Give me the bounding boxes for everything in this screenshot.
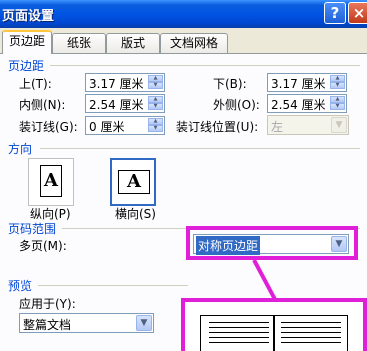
inside-margin-value: 2.54 厘米 bbox=[89, 98, 144, 112]
top-margin-spinner[interactable]: 3.17 厘米 ▲ ▼ bbox=[85, 73, 165, 92]
pages-section-title: 页码范围 bbox=[8, 222, 57, 236]
gutter-position-select[interactable]: 左 ▼ bbox=[267, 115, 349, 135]
inside-margin-spinner[interactable]: 2.54 厘米 ▲ ▼ bbox=[85, 94, 165, 113]
close-button[interactable]: × bbox=[348, 2, 367, 24]
outside-margin-value: 2.54 厘米 bbox=[271, 98, 326, 112]
bottom-margin-arrows[interactable]: ▲ ▼ bbox=[330, 75, 345, 90]
gutter-position-label: 装订线位置(U): bbox=[176, 120, 259, 134]
tab-document-grid[interactable]: 文档网格 bbox=[160, 33, 228, 53]
apply-to-dropdown-icon[interactable]: ▼ bbox=[136, 315, 152, 331]
apply-to-label: 应用于(Y): bbox=[19, 297, 76, 311]
outside-margin-spinner[interactable]: 2.54 厘米 ▲ ▼ bbox=[267, 94, 347, 113]
preview-line bbox=[209, 337, 269, 338]
landscape-page-icon: A bbox=[118, 170, 150, 194]
bottom-margin-spinner[interactable]: 3.17 厘米 ▲ ▼ bbox=[267, 73, 347, 92]
preview-line bbox=[281, 327, 341, 328]
outside-margin-label: 外侧(O): bbox=[213, 98, 260, 112]
preview-line bbox=[281, 322, 341, 323]
preview-line bbox=[209, 342, 269, 343]
preview-section-title: 预览 bbox=[8, 279, 33, 293]
multiple-pages-select[interactable]: 对称页边距 ▼ bbox=[193, 234, 349, 255]
tab-paper[interactable]: 纸张 bbox=[52, 33, 106, 53]
preview-line bbox=[281, 337, 341, 338]
outside-margin-arrows[interactable]: ▲ ▼ bbox=[330, 96, 345, 111]
landscape-label: 横向(S) bbox=[115, 207, 156, 221]
gutter-arrows[interactable]: ▲ ▼ bbox=[148, 118, 163, 133]
gutter-label: 装订线(G): bbox=[19, 120, 78, 134]
landscape-button[interactable]: A bbox=[110, 158, 156, 206]
window-title: 页面设置 bbox=[2, 9, 55, 24]
apply-to-select[interactable]: 整篇文档 ▼ bbox=[19, 313, 154, 333]
portrait-button[interactable]: A bbox=[28, 158, 74, 206]
top-margin-label: 上(T): bbox=[19, 77, 52, 91]
preview-line bbox=[209, 327, 269, 328]
gutter-spinner[interactable]: 0 厘米 ▲ ▼ bbox=[85, 116, 165, 135]
bottom-margin-value: 3.17 厘米 bbox=[271, 77, 326, 91]
preview-right-page bbox=[274, 315, 348, 351]
gutter-value: 0 厘米 bbox=[89, 120, 125, 134]
margins-divider bbox=[50, 65, 360, 66]
preview-divider bbox=[38, 285, 188, 286]
help-button[interactable]: ? bbox=[324, 2, 346, 24]
preview-line bbox=[281, 342, 341, 343]
preview-left-page bbox=[200, 315, 274, 351]
multiple-pages-value: 对称页边距 bbox=[196, 236, 261, 255]
portrait-page-icon: A bbox=[40, 165, 62, 197]
preview-area bbox=[188, 303, 359, 351]
top-margin-arrows[interactable]: ▲ ▼ bbox=[148, 75, 163, 90]
tab-layout[interactable]: 版式 bbox=[106, 33, 160, 53]
margins-section-title: 页边距 bbox=[8, 59, 45, 73]
preview-line bbox=[281, 332, 341, 333]
pages-divider bbox=[62, 228, 360, 229]
title-bar[interactable]: 页面设置 ? × bbox=[0, 0, 367, 28]
preview-line bbox=[209, 322, 269, 323]
bottom-margin-label: 下(B): bbox=[213, 77, 247, 91]
tab-margins[interactable]: 页边距 bbox=[2, 30, 52, 54]
gutter-position-value: 左 bbox=[271, 120, 284, 134]
orientation-divider bbox=[40, 148, 360, 149]
preview-line bbox=[209, 332, 269, 333]
inside-margin-arrows[interactable]: ▲ ▼ bbox=[148, 96, 163, 111]
apply-to-value: 整篇文档 bbox=[23, 318, 72, 332]
inside-margin-label: 内侧(N): bbox=[19, 98, 66, 112]
gutter-position-dropdown-icon[interactable]: ▼ bbox=[331, 117, 347, 133]
multiple-pages-dropdown-icon[interactable]: ▼ bbox=[331, 236, 347, 252]
multiple-pages-label: 多页(M): bbox=[19, 239, 67, 253]
orientation-section-title: 方向 bbox=[8, 142, 33, 156]
top-margin-value: 3.17 厘米 bbox=[89, 77, 144, 91]
tab-strip: 页边距 纸张 版式 文档网格 bbox=[0, 30, 367, 54]
